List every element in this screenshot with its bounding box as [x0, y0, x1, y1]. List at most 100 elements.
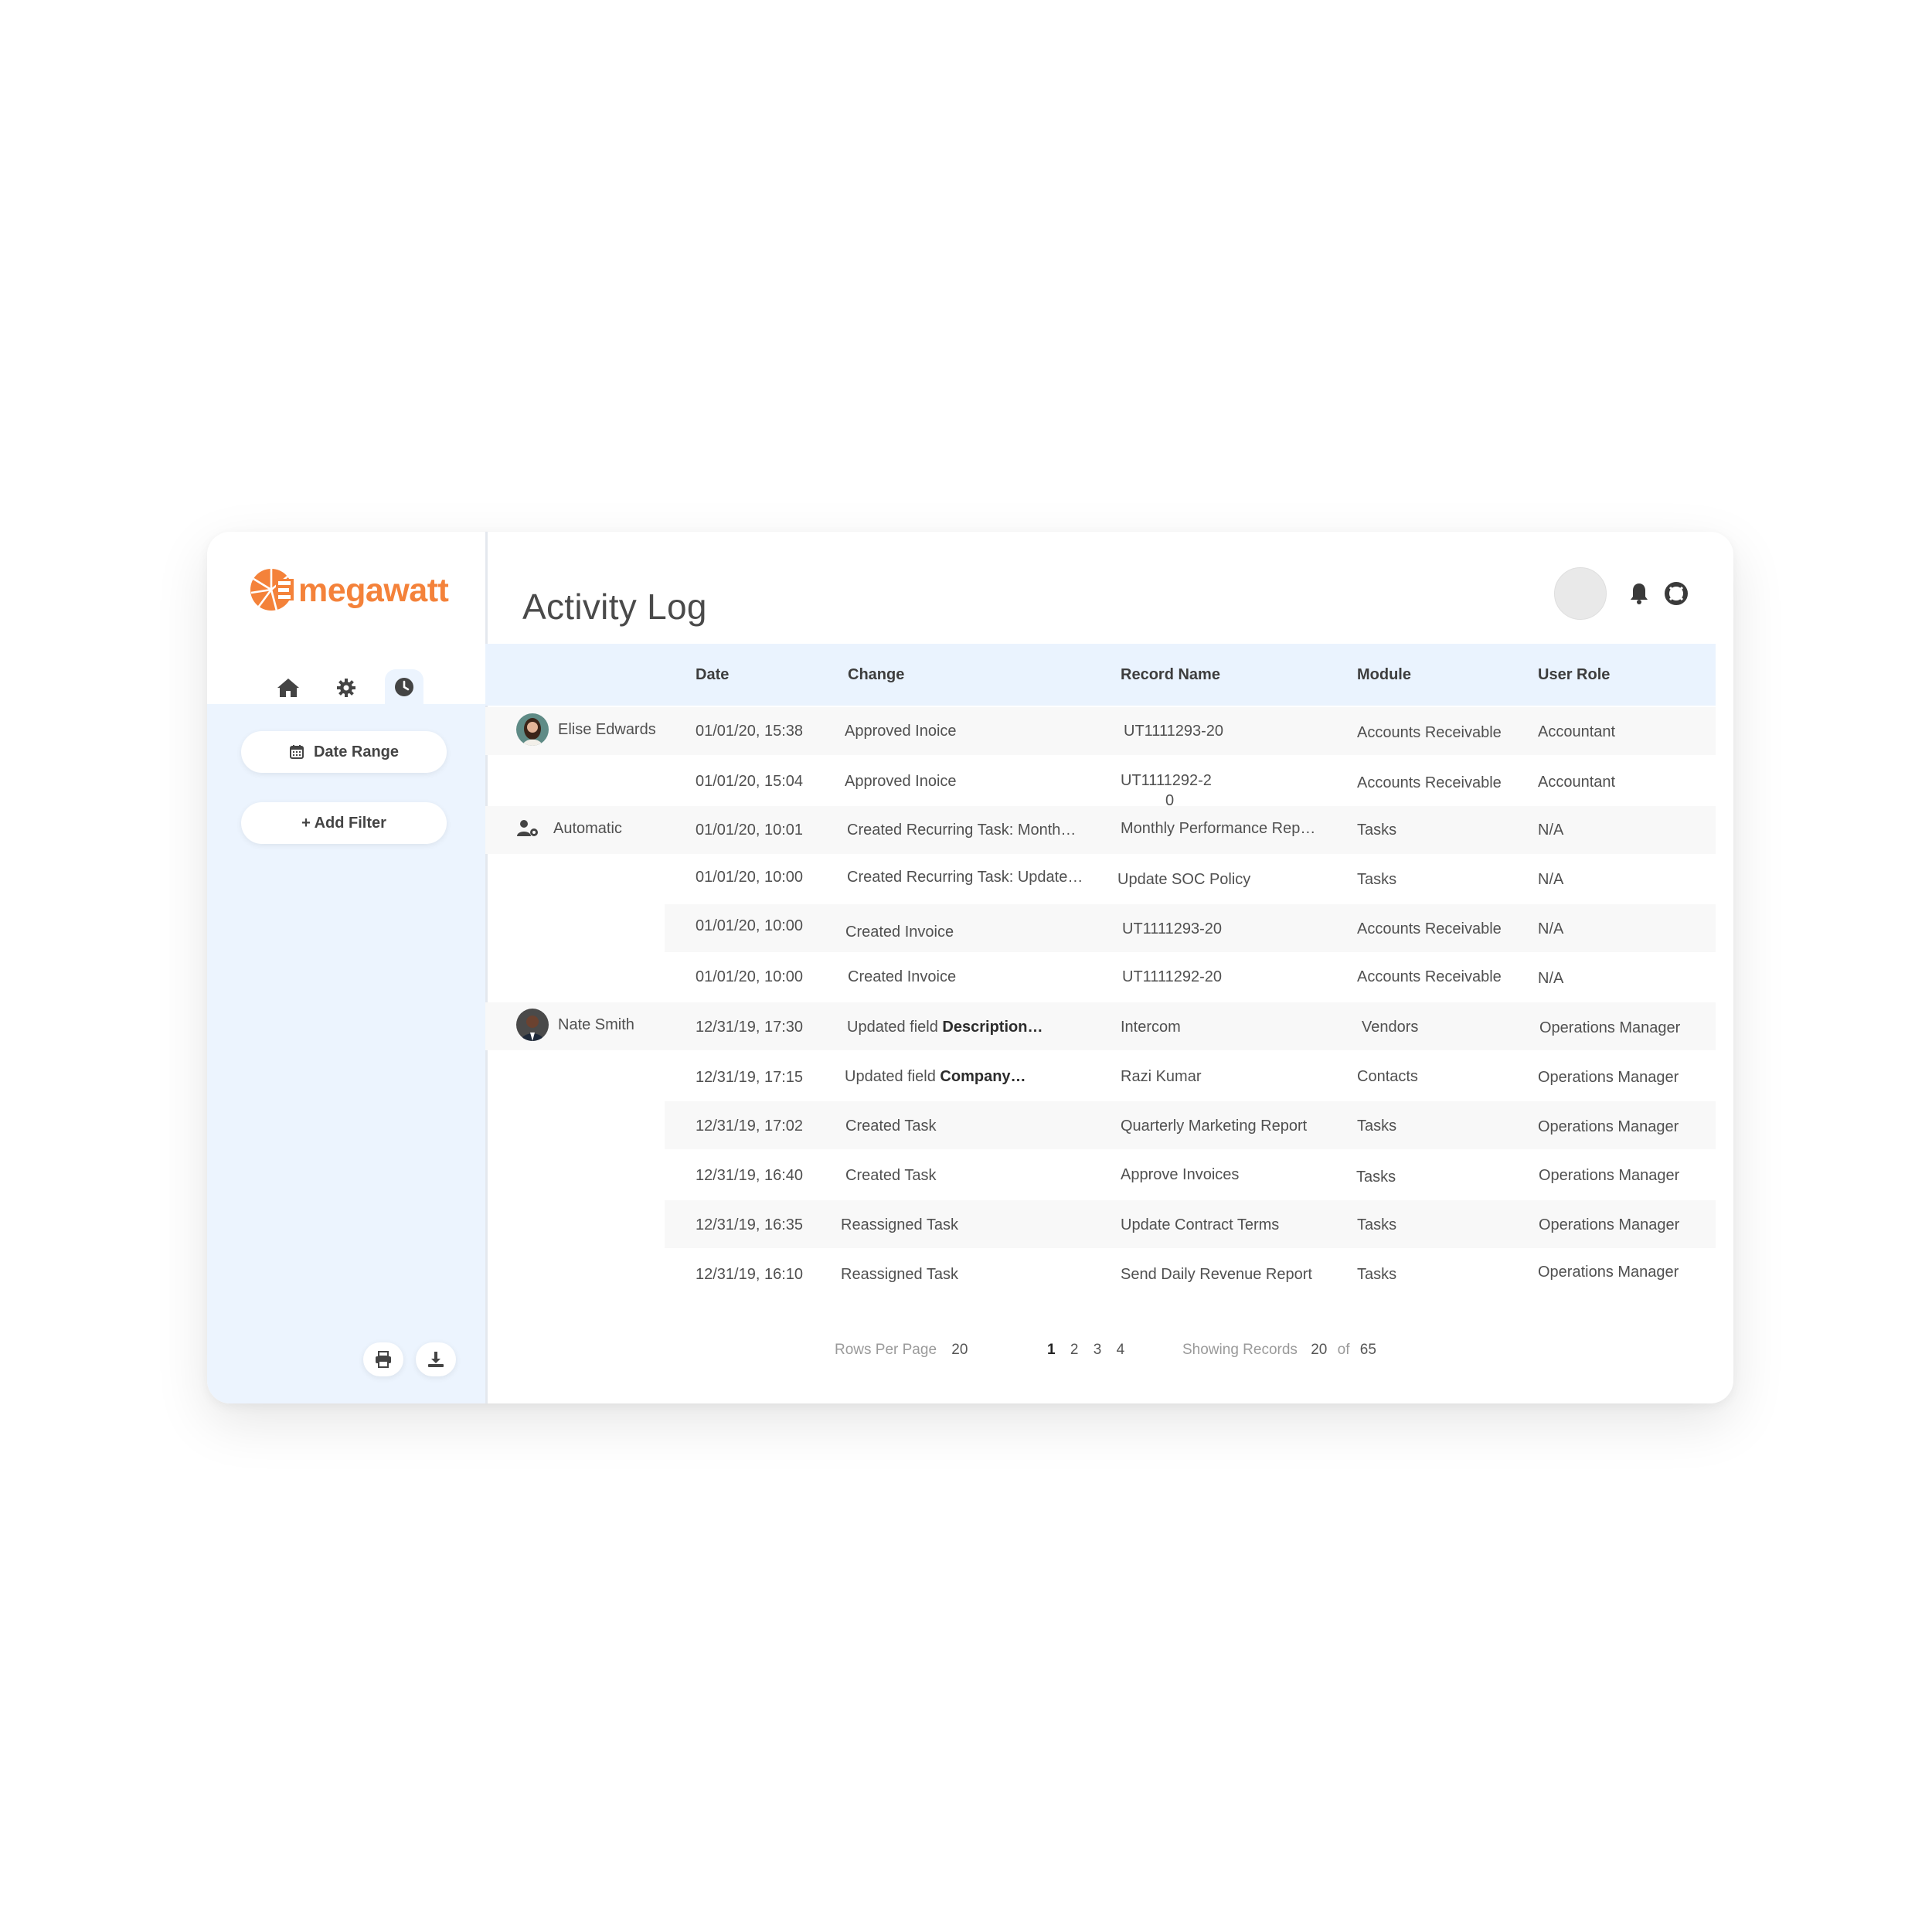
- cell-date: 12/31/19, 16:35: [696, 1216, 804, 1233]
- download-button[interactable]: [416, 1342, 456, 1376]
- cell-role: Operations Manager: [1538, 1069, 1679, 1086]
- showing-records: Showing Records 20 of 65: [1182, 1342, 1376, 1359]
- avatar: [516, 713, 549, 746]
- cell-change-field: Description…: [942, 1019, 1043, 1036]
- sidebar: megawatt Date Range + Add Filter: [207, 532, 488, 1403]
- cell-date: 01/01/20, 10:00: [696, 917, 804, 934]
- cell-change: Created Invoice: [848, 968, 957, 985]
- cell-record[interactable]: UT1111293-20: [1122, 920, 1222, 938]
- cell-role: N/A: [1538, 970, 1564, 987]
- table-row[interactable]: [485, 855, 1716, 903]
- cell-record[interactable]: Monthly Performance Rep…: [1121, 819, 1315, 838]
- user-cell-nate[interactable]: Nate Smith: [516, 1009, 634, 1041]
- cell-role: N/A: [1538, 920, 1564, 937]
- cell-record[interactable]: Update SOC Policy: [1117, 870, 1250, 889]
- avatar: [516, 1009, 549, 1041]
- cell-module: Tasks: [1357, 1216, 1397, 1233]
- table-row[interactable]: [485, 806, 1716, 854]
- page-link-1[interactable]: 1: [1047, 1342, 1056, 1358]
- column-header-record-name[interactable]: Record Name: [1121, 644, 1220, 706]
- cell-role: Operations Manager: [1538, 1118, 1679, 1135]
- cell-change-prefix: Updated field: [845, 1068, 940, 1085]
- showing-records-total: 65: [1359, 1342, 1376, 1358]
- user-cell-automatic[interactable]: Automatic: [516, 819, 622, 838]
- cell-change: Created Recurring Task: Update…: [847, 869, 1083, 886]
- user-name: Automatic: [553, 819, 622, 837]
- cell-record[interactable]: Send Daily Revenue Report: [1121, 1265, 1312, 1284]
- user-photo-icon: [516, 713, 549, 746]
- cell-module: Tasks: [1357, 871, 1397, 888]
- page-link-3[interactable]: 3: [1094, 1342, 1102, 1358]
- table-row[interactable]: [485, 1002, 1716, 1050]
- cell-date: 12/31/19, 17:30: [696, 1019, 804, 1036]
- cell-record[interactable]: UT1111292-2: [1121, 771, 1212, 790]
- print-icon: [376, 1351, 391, 1368]
- cell-record[interactable]: Intercom: [1121, 1018, 1181, 1036]
- cell-module: Tasks: [1357, 822, 1397, 839]
- table-row[interactable]: [485, 757, 1716, 805]
- page-link-4[interactable]: 4: [1117, 1342, 1125, 1358]
- cell-record[interactable]: Quarterly Marketing Report: [1121, 1117, 1307, 1135]
- column-header-date[interactable]: Date: [696, 644, 729, 706]
- cell-role: N/A: [1538, 822, 1564, 839]
- cell-date: 12/31/19, 16:40: [696, 1167, 804, 1184]
- table-row[interactable]: [485, 707, 1716, 755]
- cell-date: 01/01/20, 10:00: [696, 968, 804, 985]
- nav-activity[interactable]: [385, 669, 423, 705]
- cell-date: 01/01/20, 10:01: [696, 822, 804, 839]
- cell-change-prefix: Updated field: [847, 1019, 943, 1036]
- cell-role: N/A: [1538, 871, 1564, 888]
- lifebuoy-icon[interactable]: [1664, 581, 1689, 606]
- cell-module: Tasks: [1357, 1266, 1397, 1283]
- cell-date: 12/31/19, 17:02: [696, 1118, 804, 1135]
- calendar-icon: [289, 745, 304, 759]
- column-header-change[interactable]: Change: [848, 644, 904, 706]
- profile-avatar[interactable]: [1554, 567, 1607, 620]
- cell-record[interactable]: Approve Invoices: [1121, 1165, 1239, 1184]
- print-button[interactable]: [363, 1342, 403, 1376]
- nav-settings[interactable]: [327, 671, 366, 705]
- cell-change: Created Recurring Task: Month…: [847, 822, 1077, 839]
- cell-record[interactable]: UT1111293-20: [1124, 722, 1223, 740]
- cell-date: 01/01/20, 15:04: [696, 773, 804, 790]
- cell-module: Accounts Receivable: [1357, 920, 1502, 937]
- column-header-module[interactable]: Module: [1357, 644, 1411, 706]
- page-link-2[interactable]: 2: [1070, 1342, 1079, 1358]
- user-name: Nate Smith: [558, 1016, 634, 1033]
- column-header-user-role[interactable]: User Role: [1538, 644, 1610, 706]
- table-row[interactable]: [485, 953, 1716, 1001]
- cell-change: Created Task: [845, 1118, 937, 1135]
- cell-module: Accounts Receivable: [1357, 968, 1502, 985]
- page-title: Activity Log: [522, 587, 707, 627]
- cell-record[interactable]: Update Contract Terms: [1121, 1216, 1279, 1234]
- cell-module: Tasks: [1357, 1118, 1397, 1135]
- nav-home[interactable]: [269, 671, 308, 705]
- cell-record[interactable]: UT1111292-20: [1122, 968, 1222, 986]
- rows-per-page-value[interactable]: 20: [951, 1342, 968, 1358]
- table-row[interactable]: [485, 1250, 1716, 1298]
- table-row[interactable]: [485, 1151, 1716, 1199]
- cell-role: Operations Manager: [1539, 1167, 1680, 1184]
- bell-icon[interactable]: [1627, 581, 1651, 606]
- cell-role: Accountant: [1538, 774, 1616, 791]
- cell-date: 12/31/19, 16:10: [696, 1266, 804, 1283]
- table-row[interactable]: [485, 1052, 1716, 1100]
- cell-change: Updated field Description…: [847, 1018, 1043, 1036]
- cell-change: Created Task: [845, 1167, 937, 1184]
- add-filter-button[interactable]: + Add Filter: [241, 802, 447, 844]
- cell-module: Accounts Receivable: [1357, 774, 1502, 791]
- cell-role: Accountant: [1538, 723, 1616, 740]
- page-links: 1 2 3 4: [1042, 1342, 1130, 1359]
- rows-per-page[interactable]: Rows Per Page 20: [835, 1342, 968, 1359]
- cell-change: Approved Inoice: [845, 773, 957, 790]
- date-range-button[interactable]: Date Range: [241, 731, 447, 773]
- cell-module: Contacts: [1357, 1068, 1418, 1085]
- cell-change: Reassigned Task: [841, 1216, 958, 1233]
- download-icon: [428, 1352, 444, 1367]
- table-header: Date Change Record Name Module User Role: [485, 644, 1716, 706]
- user-cell-elise[interactable]: Elise Edwards: [516, 713, 656, 746]
- showing-records-label: Showing Records: [1182, 1342, 1298, 1358]
- user-photo-icon: [516, 1009, 549, 1041]
- cell-role: Operations Manager: [1538, 1264, 1679, 1281]
- cell-record[interactable]: Razi Kumar: [1121, 1067, 1201, 1086]
